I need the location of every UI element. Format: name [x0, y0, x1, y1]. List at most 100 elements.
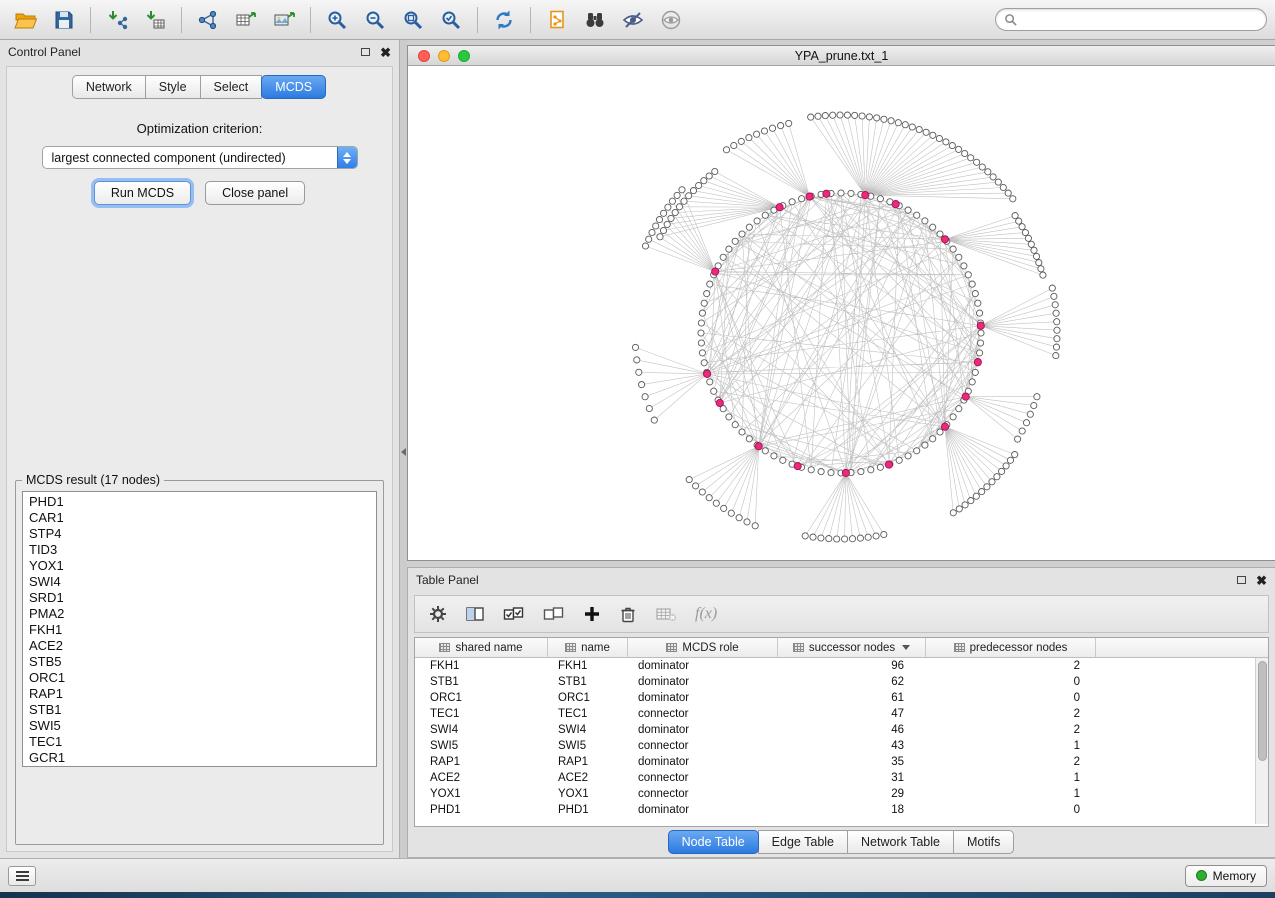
criterion-dropdown[interactable]: largest connected component (undirected): [42, 146, 358, 169]
list-item[interactable]: SWI4: [29, 574, 376, 590]
list-item[interactable]: ORC1: [29, 670, 376, 686]
graph-node[interactable]: [799, 196, 805, 202]
graph-node[interactable]: [706, 173, 712, 179]
tab-network[interactable]: Network: [72, 75, 146, 99]
graph-node[interactable]: [972, 291, 978, 297]
vertical-splitter[interactable]: [400, 40, 407, 858]
graph-node[interactable]: [698, 320, 704, 326]
list-item[interactable]: PMA2: [29, 606, 376, 622]
graph-node[interactable]: [937, 231, 943, 237]
graph-node[interactable]: [732, 422, 738, 428]
close-panel-icon[interactable]: ✖: [1256, 574, 1267, 587]
function-builder-icon[interactable]: f(x): [695, 605, 717, 623]
graph-node[interactable]: [721, 505, 727, 511]
graph-node[interactable]: [956, 146, 962, 152]
graph-node[interactable]: [936, 135, 942, 141]
list-item[interactable]: YOX1: [29, 558, 376, 574]
table-row[interactable]: TEC1TEC1connector472: [415, 706, 1268, 722]
graph-node[interactable]: [732, 238, 738, 244]
graph-node[interactable]: [888, 118, 894, 124]
graph-dominator-node[interactable]: [977, 322, 984, 329]
graph-node[interactable]: [762, 212, 768, 218]
show-preview-button[interactable]: [653, 4, 689, 36]
graph-dominator-node[interactable]: [704, 370, 711, 377]
graph-dominator-node[interactable]: [712, 268, 719, 275]
network-graph[interactable]: [408, 66, 1274, 560]
graph-node[interactable]: [1012, 213, 1018, 219]
graph-dominator-node[interactable]: [941, 423, 948, 430]
graph-node[interactable]: [994, 474, 1000, 480]
graph-node[interactable]: [674, 192, 680, 198]
graph-node[interactable]: [1016, 218, 1022, 224]
table-row[interactable]: STB1STB1dominator620: [415, 674, 1268, 690]
refresh-view-button[interactable]: [486, 4, 522, 36]
graph-node[interactable]: [711, 388, 717, 394]
table-row[interactable]: PHD1PHD1dominator180: [415, 802, 1268, 818]
graph-node[interactable]: [962, 502, 968, 508]
graph-node[interactable]: [686, 193, 692, 199]
graph-node[interactable]: [962, 150, 968, 156]
graph-node[interactable]: [977, 350, 983, 356]
list-item[interactable]: STB5: [29, 654, 376, 670]
graph-node[interactable]: [905, 207, 911, 213]
graph-node[interactable]: [1010, 196, 1016, 202]
graph-node[interactable]: [676, 204, 682, 210]
graph-node[interactable]: [706, 495, 712, 501]
graph-dominator-node[interactable]: [823, 190, 830, 197]
graph-node[interactable]: [874, 115, 880, 121]
list-item[interactable]: STB1: [29, 702, 376, 718]
new-network-button[interactable]: [190, 4, 226, 36]
graph-node[interactable]: [896, 457, 902, 463]
list-item[interactable]: RAP1: [29, 686, 376, 702]
graph-node[interactable]: [969, 281, 975, 287]
graph-node[interactable]: [632, 344, 638, 350]
graph-node[interactable]: [930, 132, 936, 138]
column-header-name[interactable]: name: [548, 638, 628, 657]
graph-node[interactable]: [837, 112, 843, 118]
graph-node[interactable]: [723, 147, 729, 153]
graph-node[interactable]: [999, 468, 1005, 474]
delete-table-icon[interactable]: [655, 605, 677, 623]
graph-node[interactable]: [1040, 272, 1046, 278]
graph-node[interactable]: [761, 128, 767, 134]
graph-node[interactable]: [698, 330, 704, 336]
graph-node[interactable]: [1028, 241, 1034, 247]
graph-node[interactable]: [950, 246, 956, 252]
tab-node-table[interactable]: Node Table: [668, 830, 759, 854]
list-item[interactable]: TID3: [29, 542, 376, 558]
list-item[interactable]: TEC1: [29, 734, 376, 750]
graph-node[interactable]: [859, 113, 865, 119]
memory-button[interactable]: Memory: [1185, 865, 1267, 887]
graph-node[interactable]: [693, 483, 699, 489]
list-item[interactable]: STP4: [29, 526, 376, 542]
graph-node[interactable]: [720, 254, 726, 260]
graph-node[interactable]: [968, 498, 974, 504]
deselect-all-icon[interactable]: [543, 605, 565, 623]
graph-node[interactable]: [699, 310, 705, 316]
tab-style[interactable]: Style: [145, 75, 201, 99]
list-item[interactable]: CAR1: [29, 510, 376, 526]
list-item[interactable]: GCR1: [29, 750, 376, 766]
zoom-fit-button[interactable]: [395, 4, 431, 36]
graph-dominator-node[interactable]: [892, 201, 899, 208]
close-panel-icon[interactable]: ✖: [380, 46, 391, 59]
graph-node[interactable]: [857, 535, 863, 541]
graph-node[interactable]: [664, 221, 670, 227]
graph-node[interactable]: [818, 469, 824, 475]
graph-node[interactable]: [1019, 428, 1025, 434]
add-row-icon[interactable]: [583, 605, 601, 623]
close-panel-button[interactable]: Close panel: [205, 181, 305, 205]
graph-node[interactable]: [739, 231, 745, 237]
zoom-in-button[interactable]: [319, 4, 355, 36]
graph-node[interactable]: [810, 534, 816, 540]
graph-node[interactable]: [1034, 394, 1040, 400]
graph-node[interactable]: [978, 330, 984, 336]
graph-node[interactable]: [639, 382, 645, 388]
search-input[interactable]: [1022, 12, 1258, 28]
column-header-predecessor-nodes[interactable]: predecessor nodes: [926, 638, 1096, 657]
graph-node[interactable]: [923, 129, 929, 135]
graph-node[interactable]: [713, 500, 719, 506]
graph-node[interactable]: [950, 510, 956, 516]
sort-caret-icon[interactable]: [902, 645, 910, 650]
graph-dominator-node[interactable]: [776, 204, 783, 211]
